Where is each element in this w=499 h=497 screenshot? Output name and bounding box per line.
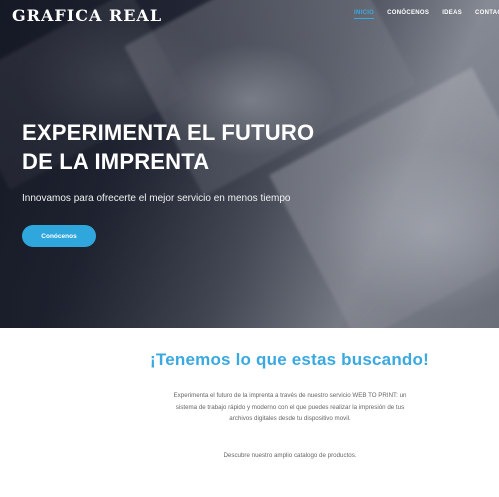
nav-item-inicio[interactable]: INICIO	[354, 10, 375, 19]
conocenos-button[interactable]: Conócenos	[22, 225, 96, 247]
site-logo[interactable]: GRAFICA REAL	[12, 6, 162, 25]
hero-title-line-1: EXPERIMENTA EL FUTURO	[22, 120, 315, 145]
hero-subtitle: Innovamos para ofrecerte el mejor servic…	[22, 193, 291, 204]
hero-title: EXPERIMENTA EL FUTURO DE LA IMPRENTA	[22, 118, 314, 176]
nav-item-contacto[interactable]: CONTACTO	[475, 10, 499, 19]
section-description: Experimenta el futuro de la imprenta a t…	[173, 392, 407, 422]
section-heading: ¡Tenemos lo que estas buscando!	[150, 350, 429, 369]
main-nav: INICIO CONÓCENOS IDEAS CONTACTO	[354, 10, 499, 19]
hero-title-line-2: DE LA IMPRENTA	[22, 149, 210, 174]
nav-item-conocenos[interactable]: CONÓCENOS	[387, 10, 429, 19]
hero-banner: GRAFICA REAL INICIO CONÓCENOS IDEAS CONT…	[0, 0, 499, 328]
catalog-note: Descubre nuestro amplio catalogo de prod…	[223, 452, 357, 459]
nav-item-ideas[interactable]: IDEAS	[442, 10, 462, 19]
intro-section: ¡Tenemos lo que estas buscando! Experime…	[0, 328, 499, 497]
